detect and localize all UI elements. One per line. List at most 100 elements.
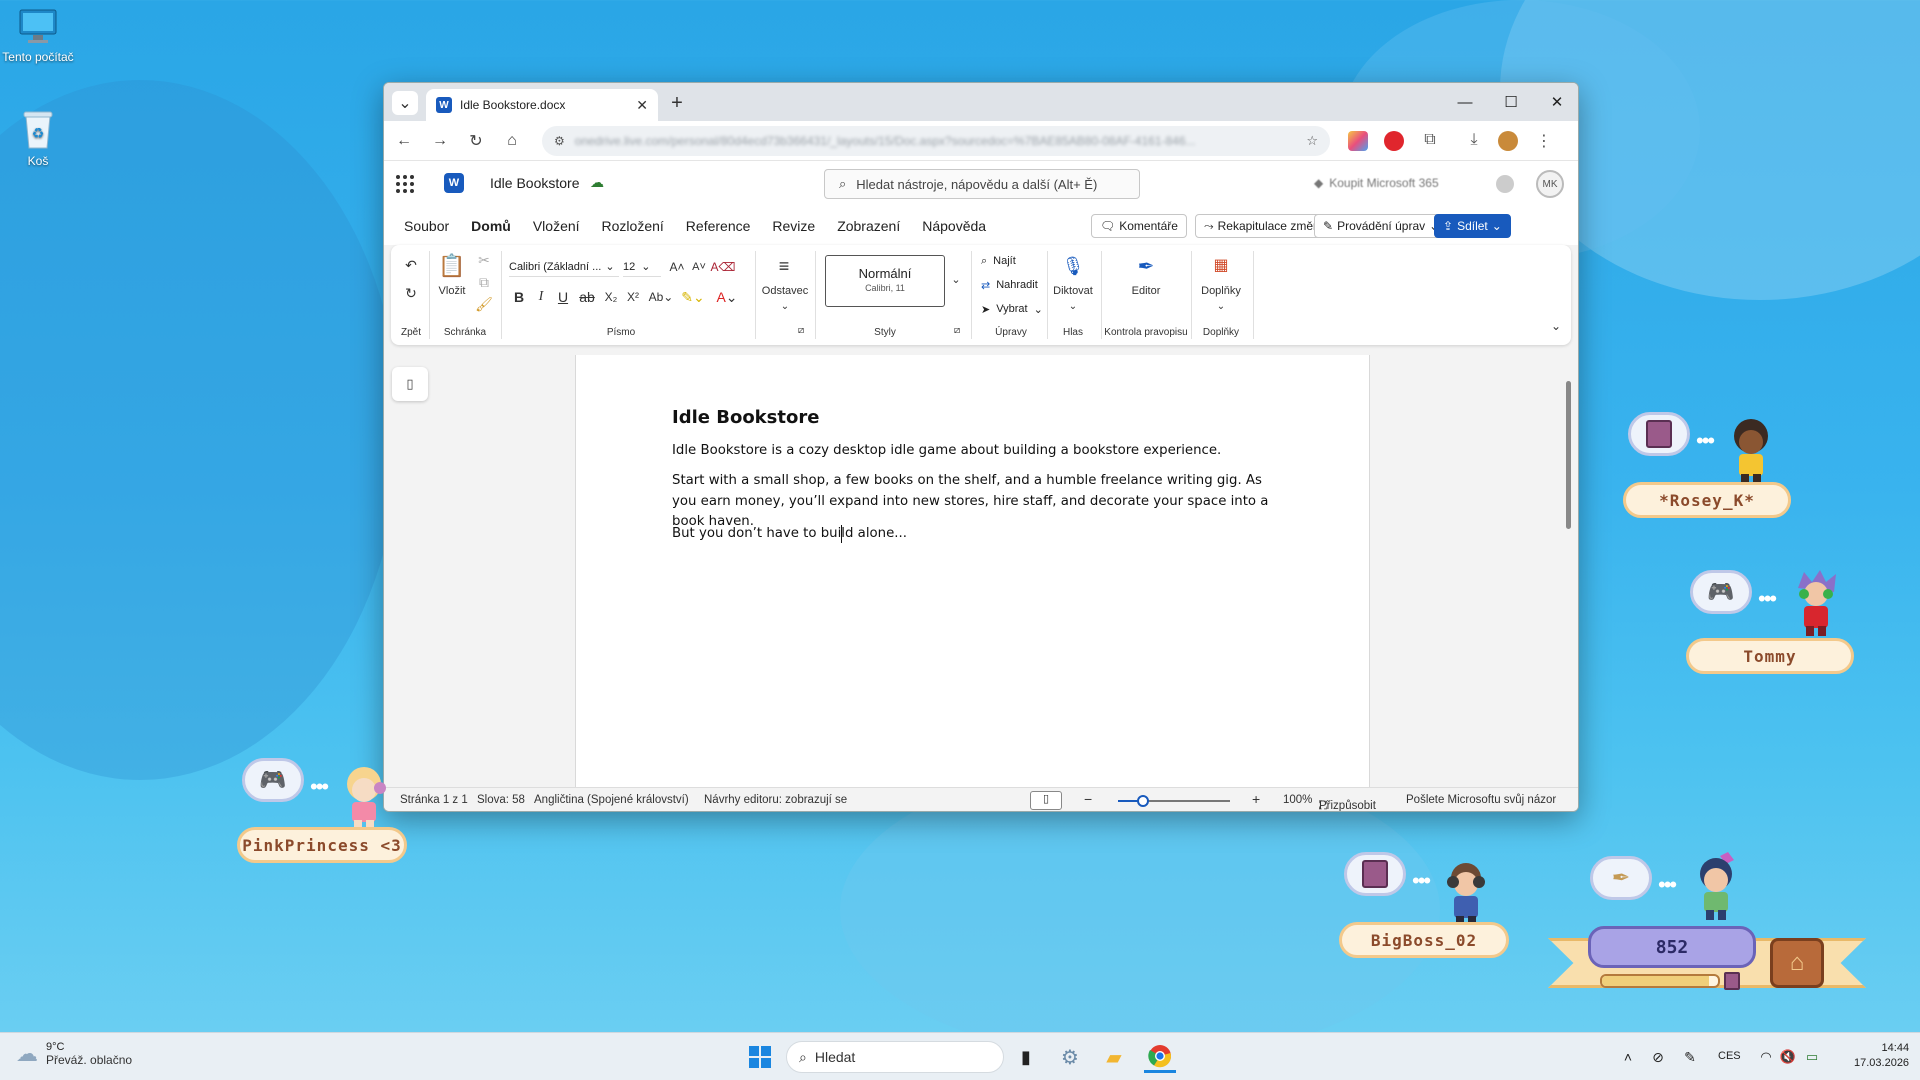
settings-icon[interactable]	[1496, 175, 1514, 193]
menu-vlozeni[interactable]: Vložení	[533, 218, 580, 234]
language-indicator[interactable]: CES	[1718, 1050, 1741, 1062]
shrink-font-icon[interactable]: A˅	[689, 257, 709, 277]
zoom-out-icon[interactable]: −	[1084, 791, 1092, 807]
addins-grid-icon[interactable]: ▦	[1209, 253, 1233, 277]
vpn-off-icon[interactable]: ⊘	[1642, 1041, 1674, 1073]
dialog-launcher-icon[interactable]: ⧄	[951, 325, 963, 336]
site-info-icon[interactable]: ⚙	[554, 134, 565, 148]
settings-gear-icon[interactable]: ⚙	[1054, 1041, 1086, 1073]
taskbar-search[interactable]: ⌕Hledat	[786, 1041, 1004, 1073]
search-box[interactable]: ⌕ Hledat nástroje, nápovědu a další (Alt…	[824, 169, 1140, 199]
status-editor[interactable]: Návrhy editoru: zobrazují se	[704, 794, 847, 806]
close-tab-icon[interactable]: ✕	[636, 97, 648, 114]
doc-title[interactable]: Idle Bookstore	[490, 175, 580, 191]
font-name-select[interactable]: Calibri (Základní ...⌄	[509, 257, 619, 277]
paste-icon[interactable]: 📋	[439, 253, 465, 279]
tray-overflow-icon[interactable]: ˄	[1612, 1041, 1644, 1073]
style-normal-card[interactable]: Normální Calibri, 11	[825, 255, 945, 307]
status-language[interactable]: Angličtina (Spojené království)	[534, 794, 689, 806]
font-size-select[interactable]: 12⌄	[623, 257, 661, 277]
addins-button[interactable]: Doplňky	[1193, 285, 1249, 297]
font-color-icon[interactable]: A⌄	[713, 287, 741, 307]
underline-icon[interactable]: U	[553, 287, 573, 307]
document-page[interactable]: Idle Bookstore Idle Bookstore is a cozy …	[575, 355, 1370, 787]
new-tab-button[interactable]: +	[664, 91, 690, 115]
scrollbar[interactable]	[1566, 381, 1571, 529]
microphone-icon[interactable]: 🎙	[1061, 253, 1085, 279]
change-case-icon[interactable]: Ab⌄	[647, 287, 675, 307]
zoom-level[interactable]: 100%	[1283, 794, 1312, 806]
address-bar[interactable]: ⚙ onedrive.live.com/personal/80d4ecd73b3…	[542, 126, 1330, 156]
zoom-slider-thumb[interactable]	[1137, 795, 1149, 807]
back-icon[interactable]: ←	[390, 129, 418, 153]
avatar[interactable]: MK	[1536, 170, 1564, 198]
grow-font-icon[interactable]: A˄	[667, 257, 687, 277]
copy-icon[interactable]: ⧉	[475, 273, 493, 291]
status-words[interactable]: Slova: 58	[477, 794, 525, 806]
file-explorer-icon[interactable]: ▰	[1098, 1041, 1130, 1073]
clear-format-icon[interactable]: A⌫	[713, 257, 733, 277]
navigation-pane-icon[interactable]: ▯	[392, 367, 428, 401]
desktop-icon-recycle-bin[interactable]: ♻ Koš	[0, 108, 83, 168]
bold-icon[interactable]: B	[509, 287, 529, 307]
reload-icon[interactable]: ↻	[462, 129, 490, 153]
menu-rozlozeni[interactable]: Rozložení	[602, 218, 664, 234]
menu-napoveda[interactable]: Nápověda	[922, 218, 986, 234]
extension-icon-1[interactable]	[1348, 131, 1368, 151]
styles-expand-icon[interactable]: ⌄	[949, 269, 963, 289]
dictate-button[interactable]: Diktovat	[1047, 285, 1099, 297]
weather-widget[interactable]: ☁ 9°C Převáž. oblačno	[16, 1041, 132, 1067]
editor-button[interactable]: Editor	[1109, 285, 1183, 297]
menu-zobrazeni[interactable]: Zobrazení	[837, 218, 900, 234]
dialog-launcher-icon[interactable]: ⧄	[795, 325, 807, 336]
forward-icon[interactable]: →	[426, 129, 454, 153]
status-page[interactable]: Stránka 1 z 1	[400, 794, 468, 806]
share-button[interactable]: ⇪Sdílet⌄	[1434, 214, 1511, 238]
app-launcher-icon[interactable]	[396, 175, 414, 193]
menu-soubor[interactable]: Soubor	[404, 218, 449, 234]
close-window-button[interactable]: ✕	[1534, 83, 1579, 121]
battery-icon[interactable]: ▭	[1796, 1041, 1828, 1073]
pen-icon[interactable]: ✎	[1674, 1041, 1706, 1073]
home-icon[interactable]: ⌂	[498, 129, 526, 153]
buy-microsoft-365[interactable]: ◆Koupit Microsoft 365	[1314, 176, 1439, 190]
italic-icon[interactable]: I	[531, 287, 551, 307]
paste-button[interactable]: Vložit	[435, 285, 469, 297]
menu-reference[interactable]: Reference	[686, 218, 751, 234]
home-icon[interactable]: ⌂	[1770, 938, 1824, 988]
superscript-icon[interactable]: X²	[623, 287, 643, 307]
select-button[interactable]: ➤Vybrat⌄	[981, 303, 1043, 316]
bookmark-star-icon[interactable]: ☆	[1306, 133, 1318, 149]
extensions-puzzle-icon[interactable]: ⧉	[1420, 131, 1440, 151]
desktop-icon-this-pc[interactable]: Tento počítač	[0, 8, 83, 64]
editor-pen-icon[interactable]: ✒	[1133, 253, 1159, 279]
recap-button[interactable]: ⤳Rekapitulace změn	[1195, 214, 1329, 238]
print-layout-icon[interactable]: ▯	[1030, 791, 1062, 810]
comments-button[interactable]: 🗨Komentáře	[1091, 214, 1187, 238]
highlight-icon[interactable]: ✎⌄	[679, 287, 707, 307]
minimize-button[interactable]: —	[1442, 83, 1488, 121]
opera-icon[interactable]	[1384, 131, 1404, 151]
cut-icon[interactable]: ✂	[475, 251, 493, 269]
tab-list-button[interactable]: ⌄	[392, 91, 418, 115]
chrome-icon[interactable]	[1144, 1041, 1176, 1073]
tab-active[interactable]: W Idle Bookstore.docx ✕	[426, 89, 658, 121]
clock[interactable]: 14:44 17.03.2026	[1854, 1041, 1909, 1071]
zoom-slider[interactable]	[1118, 800, 1230, 802]
menu-revize[interactable]: Revize	[772, 218, 815, 234]
undo-icon[interactable]: ↶	[401, 255, 421, 275]
redo-icon[interactable]: ↻	[401, 283, 421, 303]
ribbon-collapse-icon[interactable]: ⌄	[1547, 317, 1565, 335]
download-icon[interactable]: ⤓	[1464, 131, 1484, 151]
format-painter-icon[interactable]: 🖌	[475, 295, 493, 313]
start-windows-icon[interactable]	[744, 1041, 776, 1073]
find-button[interactable]: ⌕Najít	[981, 255, 1016, 268]
menu-domu[interactable]: Domů	[471, 218, 511, 234]
paragraph-button[interactable]: Odstavec	[759, 285, 811, 297]
editing-mode-button[interactable]: ✎Provádění úprav⌄	[1314, 214, 1448, 238]
browser-menu-icon[interactable]: ⋮	[1534, 131, 1554, 151]
subscript-icon[interactable]: X₂	[601, 287, 621, 307]
replace-button[interactable]: ⇄Nahradit	[981, 279, 1038, 292]
strikethrough-icon[interactable]: ab	[577, 287, 597, 307]
paragraph-icon[interactable]: ≡	[771, 255, 797, 277]
